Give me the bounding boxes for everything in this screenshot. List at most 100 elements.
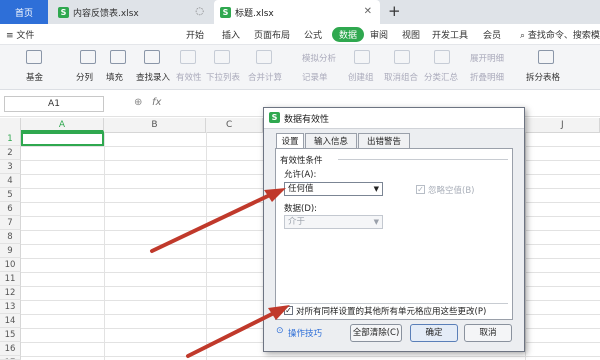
tab-file1-label: 内容反馈表.xlsx xyxy=(73,8,139,19)
row-header-9[interactable]: 9 xyxy=(0,244,21,258)
row-header-6[interactable]: 6 xyxy=(0,202,21,216)
dropdown-list-icon xyxy=(214,50,230,64)
menu-data[interactable]: 数据 xyxy=(332,27,365,42)
apply-all-checkbox[interactable]: ✓ xyxy=(284,306,293,315)
ribbon-fill[interactable]: 填充 xyxy=(106,71,123,83)
ribbon: 基金 分列 填充 查找录入 有效性 下拉列表 合并计算 模拟分析 记录单 创建组… xyxy=(0,45,600,90)
row-header-8[interactable]: 8 xyxy=(0,230,21,244)
fill-icon xyxy=(110,50,126,64)
menu-developer[interactable]: 开发工具 xyxy=(432,28,468,41)
menu-member[interactable]: 会员 xyxy=(483,28,501,41)
fx-icon[interactable]: fx xyxy=(152,97,161,108)
allow-select[interactable]: 任何值 ▼ xyxy=(284,182,383,196)
menu-formulas[interactable]: 公式 xyxy=(304,28,322,41)
row-header-11[interactable]: 11 xyxy=(0,272,21,286)
ribbon-expand-detail[interactable]: 展开明细 xyxy=(470,52,504,64)
lookup-entry-icon xyxy=(144,50,160,64)
data-validation-dialog: S 数据有效性 设置 输入信息 出错警告 有效性条件 允许(A): 任何值 ▼ … xyxy=(263,107,525,352)
settings-panel: 有效性条件 允许(A): 任何值 ▼ ✓ 忽略空值(B) 数据(D): 介于 ▼… xyxy=(275,148,513,320)
tab-error-alert[interactable]: 出错警告 xyxy=(358,133,410,149)
ignore-blank-label: 忽略空值(B) xyxy=(428,186,475,196)
active-cell-a1[interactable] xyxy=(21,132,104,146)
row-header-15[interactable]: 15 xyxy=(0,328,21,342)
row-header-3[interactable]: 3 xyxy=(0,160,21,174)
consolidate-icon xyxy=(256,50,272,64)
ribbon-dropdown-list[interactable]: 下拉列表 xyxy=(206,71,240,83)
search-command-label: 查找命令、搜索模 xyxy=(527,31,600,41)
column-header-j[interactable]: J xyxy=(525,118,600,132)
tab-home-label: 首页 xyxy=(14,8,33,19)
row-header-5[interactable]: 5 xyxy=(0,188,21,202)
ungroup-icon xyxy=(394,50,410,64)
ribbon-lookup-entry[interactable]: 查找录入 xyxy=(136,71,170,83)
row-header-7[interactable]: 7 xyxy=(0,216,21,230)
ribbon-fund[interactable]: 基金 xyxy=(26,71,43,83)
menu-file[interactable]: ≡ 文件 xyxy=(6,28,34,41)
play-circle-icon: ⊙ xyxy=(276,326,284,336)
column-header-b[interactable]: B xyxy=(104,118,206,132)
divider xyxy=(280,303,508,304)
row-header-12[interactable]: 12 xyxy=(0,286,21,300)
ignore-blank-checkbox[interactable]: ✓ xyxy=(416,185,425,194)
name-box[interactable]: A1 xyxy=(4,96,104,112)
app-icon: S xyxy=(269,112,280,123)
tab-file-content-feedback[interactable]: S 内容反馈表.xlsx ◌ xyxy=(52,0,212,24)
chevron-down-icon: ▼ xyxy=(373,185,379,193)
row-header-13[interactable]: 13 xyxy=(0,300,21,314)
ribbon-ungroup[interactable]: 取消组合 xyxy=(384,71,418,83)
spreadsheet-icon: S xyxy=(220,6,231,18)
tab-file-title[interactable]: S 标题.xlsx ✕ xyxy=(214,0,380,24)
menu-home[interactable]: 开始 xyxy=(186,28,204,41)
tips-link[interactable]: 操作技巧 xyxy=(288,327,322,339)
ribbon-split-table[interactable]: 拆分表格 xyxy=(526,71,560,83)
allow-label: 允许(A): xyxy=(284,170,317,180)
close-icon[interactable]: ✕ xyxy=(364,6,372,17)
clear-all-button[interactable]: 全部清除(C) xyxy=(350,324,402,342)
split-column-icon xyxy=(80,50,96,64)
ok-button[interactable]: 确定 xyxy=(410,324,458,342)
tab-bar: 首页 S 内容反馈表.xlsx ◌ S 标题.xlsx ✕ + xyxy=(0,0,600,24)
search-command[interactable]: ⌕ 查找命令、搜索模 xyxy=(520,28,600,41)
menu-insert[interactable]: 插入 xyxy=(222,28,240,41)
ribbon-record-form[interactable]: 记录单 xyxy=(302,71,328,83)
ribbon-validation[interactable]: 有效性 xyxy=(176,71,202,83)
dialog-title: 数据有效性 xyxy=(284,115,330,125)
ribbon-consolidate[interactable]: 合并计算 xyxy=(248,71,282,83)
search-icon: ⌕ xyxy=(520,31,528,41)
group-icon xyxy=(354,50,370,64)
tab-home[interactable]: 首页 xyxy=(0,0,48,24)
ribbon-subtotal[interactable]: 分类汇总 xyxy=(424,71,458,83)
row-header-14[interactable]: 14 xyxy=(0,314,21,328)
ribbon-what-if[interactable]: 模拟分析 xyxy=(302,52,336,64)
column-header-a[interactable]: A xyxy=(21,118,104,132)
tab-file2-label: 标题.xlsx xyxy=(235,8,274,19)
ribbon-collapse-detail[interactable]: 折叠明细 xyxy=(470,71,504,83)
ribbon-group[interactable]: 创建组 xyxy=(348,71,374,83)
data-label: 数据(D): xyxy=(284,204,318,214)
row-header-4[interactable]: 4 xyxy=(0,174,21,188)
menu-view[interactable]: 视图 xyxy=(402,28,420,41)
tab-input-message[interactable]: 输入信息 xyxy=(305,133,357,149)
subtotal-icon xyxy=(434,50,450,64)
cancel-button[interactable]: 取消 xyxy=(464,324,512,342)
new-tab-button[interactable]: + xyxy=(388,2,401,20)
row-header-16[interactable]: 16 xyxy=(0,342,21,356)
ribbon-split-column[interactable]: 分列 xyxy=(76,71,93,83)
tab-settings[interactable]: 设置 xyxy=(276,133,304,149)
menu-page-layout[interactable]: 页面布局 xyxy=(254,28,290,41)
menu-bar: ≡ 文件 开始 插入 页面布局 公式 数据 审阅 视图 开发工具 会员 ⌕ 查找… xyxy=(0,24,600,45)
data-select-value: 介于 xyxy=(288,217,306,227)
dialog-title-bar[interactable]: S 数据有效性 xyxy=(264,108,524,129)
data-select[interactable]: 介于 ▼ xyxy=(284,215,383,229)
menu-review[interactable]: 审阅 xyxy=(370,28,388,41)
row-header-2[interactable]: 2 xyxy=(0,146,21,160)
pin-icon[interactable]: ◌ xyxy=(195,6,204,17)
row-header-10[interactable]: 10 xyxy=(0,258,21,272)
column-header-c[interactable]: C xyxy=(206,118,263,132)
allow-select-value: 任何值 xyxy=(288,184,314,194)
row-header-17[interactable]: 17 xyxy=(0,356,21,360)
zoom-icon[interactable]: ⊕ xyxy=(134,97,142,108)
row-header-1[interactable]: 1 xyxy=(0,132,21,146)
chevron-down-icon: ▼ xyxy=(373,218,379,226)
select-all-corner[interactable] xyxy=(0,118,21,132)
